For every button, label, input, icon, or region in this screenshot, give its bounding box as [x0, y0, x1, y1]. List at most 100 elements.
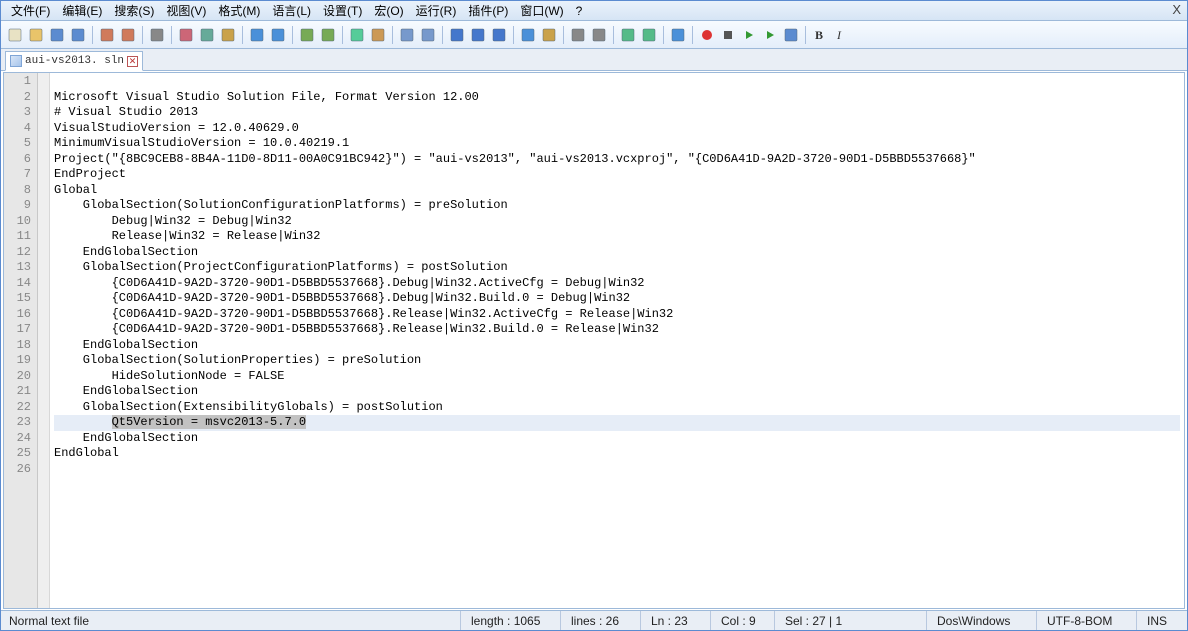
find-icon[interactable] [297, 25, 317, 45]
synch-icon[interactable] [418, 25, 438, 45]
save-icon[interactable] [47, 25, 67, 45]
file-tab[interactable]: aui-vs2013. sln ✕ [5, 51, 143, 71]
open-icon[interactable] [26, 25, 46, 45]
print-icon[interactable] [147, 25, 167, 45]
code-line[interactable]: GlobalSection(SolutionProperties) = preS… [54, 353, 1180, 369]
tab-close-icon[interactable]: ✕ [127, 56, 138, 67]
paste-icon[interactable] [218, 25, 238, 45]
toolbar-separator [663, 26, 664, 44]
code-line[interactable]: {C0D6A41D-9A2D-3720-90D1-D5BBD5537668}.R… [54, 322, 1180, 338]
fold1-icon[interactable] [568, 25, 588, 45]
replace-icon[interactable] [318, 25, 338, 45]
copy-icon[interactable] [197, 25, 217, 45]
line-number: 21 [8, 384, 31, 400]
window-close-icon[interactable]: X [1172, 2, 1181, 17]
redo-icon[interactable] [268, 25, 288, 45]
italic-icon[interactable]: I [831, 25, 851, 45]
code-line[interactable]: # Visual Studio 2013 [54, 105, 1180, 121]
menu-item[interactable]: 文件(F) [5, 0, 56, 21]
toolbar-separator [142, 26, 143, 44]
menu-item[interactable]: 宏(O) [368, 0, 409, 21]
code-line[interactable]: Debug|Win32 = Debug|Win32 [54, 214, 1180, 230]
menu-item[interactable]: ? [570, 2, 589, 20]
zoomout-icon[interactable] [368, 25, 388, 45]
code-line[interactable]: EndGlobalSection [54, 384, 1180, 400]
file-icon [10, 55, 22, 67]
code-area[interactable]: Microsoft Visual Studio Solution File, F… [50, 73, 1184, 608]
eye-icon[interactable] [668, 25, 688, 45]
svg-text:I: I [836, 28, 842, 42]
code-line[interactable]: {C0D6A41D-9A2D-3720-90D1-D5BBD5537668}.R… [54, 307, 1180, 323]
code-line[interactable] [54, 462, 1180, 478]
invis-icon[interactable] [468, 25, 488, 45]
saveall-icon[interactable] [68, 25, 88, 45]
code-line[interactable]: Project("{8BC9CEB8-8B4A-11D0-8D11-00A0C9… [54, 152, 1180, 168]
code-line[interactable]: EndGlobal [54, 446, 1180, 462]
code-line[interactable]: EndGlobalSection [54, 338, 1180, 354]
text-selection: Qt5Version = msvc2013-5.7.0 [112, 415, 306, 429]
play-icon[interactable] [739, 25, 759, 45]
menu-bar: 文件(F)编辑(E)搜索(S)视图(V)格式(M)语言(L)设置(T)宏(O)运… [1, 1, 1187, 21]
code-line[interactable]: EndGlobalSection [54, 431, 1180, 447]
folder-icon[interactable] [539, 25, 559, 45]
code-line[interactable]: HideSolutionNode = FALSE [54, 369, 1180, 385]
status-bar: Normal text file length : 1065 lines : 2… [1, 610, 1187, 630]
status-length: length : 1065 [461, 611, 561, 630]
menu-item[interactable]: 编辑(E) [56, 0, 108, 21]
line-number: 20 [8, 369, 31, 385]
menu-item[interactable]: 窗口(W) [514, 0, 569, 21]
code-line[interactable]: Microsoft Visual Studio Solution File, F… [54, 90, 1180, 106]
menu-item[interactable]: 格式(M) [212, 0, 266, 21]
toolbar-separator [392, 26, 393, 44]
indent-icon[interactable] [489, 25, 509, 45]
close-icon[interactable] [97, 25, 117, 45]
undo-icon[interactable] [247, 25, 267, 45]
code-line[interactable]: Release|Win32 = Release|Win32 [54, 229, 1180, 245]
playfast-icon[interactable] [760, 25, 780, 45]
code-line[interactable]: Qt5Version = msvc2013-5.7.0 [54, 415, 1180, 431]
toolbar-separator [292, 26, 293, 44]
code-line[interactable]: EndProject [54, 167, 1180, 183]
code-line[interactable]: GlobalSection(ProjectConfigurationPlatfo… [54, 260, 1180, 276]
fold2-icon[interactable] [589, 25, 609, 45]
wrap-icon[interactable] [447, 25, 467, 45]
toolbar-separator [342, 26, 343, 44]
menu-item[interactable]: 设置(T) [317, 0, 368, 21]
code-line[interactable]: VisualStudioVersion = 12.0.40629.0 [54, 121, 1180, 137]
menu-item[interactable]: 视图(V) [160, 0, 212, 21]
menu-item[interactable]: 运行(R) [410, 0, 463, 21]
toolbar-separator [563, 26, 564, 44]
syncv-icon[interactable] [397, 25, 417, 45]
code-line[interactable]: GlobalSection(ExtensibilityGlobals) = po… [54, 400, 1180, 416]
editor: 1234567891011121314151617181920212223242… [3, 72, 1185, 609]
menu-item[interactable]: 搜索(S) [108, 0, 160, 21]
toolbar-separator [692, 26, 693, 44]
cut-icon[interactable] [176, 25, 196, 45]
rec-icon[interactable] [697, 25, 717, 45]
code-line[interactable]: GlobalSection(SolutionConfigurationPlatf… [54, 198, 1180, 214]
menu-item[interactable]: 插件(P) [462, 0, 514, 21]
bold-icon[interactable]: B [810, 25, 830, 45]
comment-icon[interactable] [618, 25, 638, 45]
line-number: 6 [8, 152, 31, 168]
toolbar-separator [242, 26, 243, 44]
code-line[interactable]: EndGlobalSection [54, 245, 1180, 261]
line-number: 13 [8, 260, 31, 276]
toolbar-separator [613, 26, 614, 44]
code-line[interactable] [54, 74, 1180, 90]
code-line[interactable]: Global [54, 183, 1180, 199]
code-line[interactable]: {C0D6A41D-9A2D-3720-90D1-D5BBD5537668}.D… [54, 291, 1180, 307]
save-macro-icon[interactable] [781, 25, 801, 45]
menu-item[interactable]: 语言(L) [266, 0, 317, 21]
code-line[interactable]: {C0D6A41D-9A2D-3720-90D1-D5BBD5537668}.D… [54, 276, 1180, 292]
lang-icon[interactable] [518, 25, 538, 45]
comment2-icon[interactable] [639, 25, 659, 45]
line-number: 24 [8, 431, 31, 447]
code-line[interactable]: MinimumVisualStudioVersion = 10.0.40219.… [54, 136, 1180, 152]
closeall-icon[interactable] [118, 25, 138, 45]
zoomin-icon[interactable] [347, 25, 367, 45]
stop-icon[interactable] [718, 25, 738, 45]
new-icon[interactable] [5, 25, 25, 45]
line-number: 17 [8, 322, 31, 338]
status-filetype: Normal text file [1, 611, 461, 630]
